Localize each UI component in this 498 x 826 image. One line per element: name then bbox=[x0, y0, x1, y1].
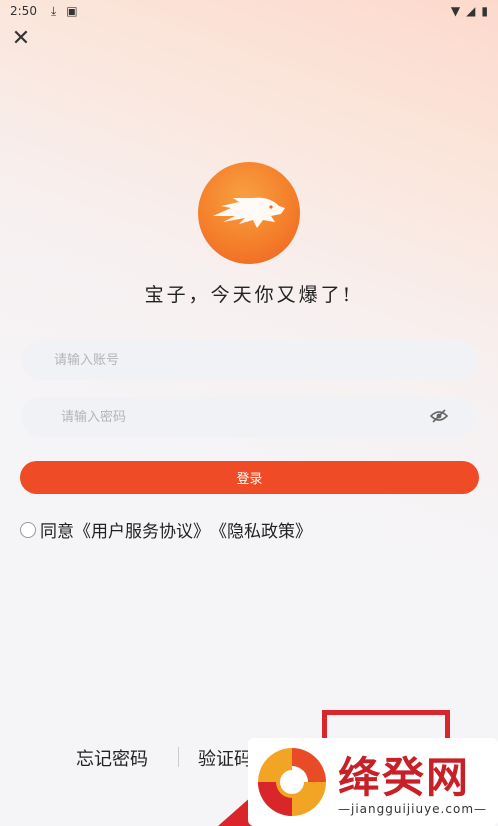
divider bbox=[178, 747, 179, 767]
eye-off-icon[interactable] bbox=[430, 409, 448, 423]
privacy-policy-link[interactable]: 《隐私政策》 bbox=[210, 517, 312, 542]
watermark-logo-icon bbox=[258, 748, 326, 816]
wolf-logo-icon bbox=[198, 162, 300, 264]
login-button[interactable]: 登录 bbox=[20, 461, 479, 494]
a-badge-icon: ▣ bbox=[66, 4, 78, 18]
watermark-title: 绛癸网 bbox=[338, 753, 471, 802]
user-agreement-link[interactable]: 《用户服务协议》 bbox=[74, 517, 210, 542]
watermark: 绛癸网 —jiangguijiuye.com— bbox=[248, 738, 498, 826]
slogan: 宝子，今天你又爆了! bbox=[144, 284, 354, 306]
status-indicators: ▼ ◢ ▮ bbox=[451, 4, 488, 18]
status-time: 2:50 bbox=[10, 4, 37, 18]
forgot-password-link[interactable]: 忘记密码 bbox=[76, 745, 148, 771]
decorative-shape bbox=[218, 796, 252, 826]
watermark-url: —jiangguijiuye.com— bbox=[338, 802, 488, 816]
signal-icon: ◢ bbox=[466, 4, 476, 18]
wifi-icon: ▼ bbox=[450, 4, 461, 18]
download-icon: ⤓ bbox=[50, 3, 57, 18]
close-icon[interactable]: ✕ bbox=[10, 28, 32, 50]
agree-prefix: 同意 bbox=[40, 522, 74, 542]
password-input[interactable] bbox=[21, 397, 478, 437]
account-input[interactable] bbox=[21, 340, 478, 380]
agreement-row: 同意 《用户服务协议》 《隐私政策》 bbox=[20, 517, 312, 542]
agree-radio[interactable] bbox=[20, 521, 36, 538]
status-bar: 2:50 ⤓ ▣ ▼ ◢ ▮ bbox=[0, 0, 498, 22]
battery-icon: ▮ bbox=[481, 4, 488, 18]
